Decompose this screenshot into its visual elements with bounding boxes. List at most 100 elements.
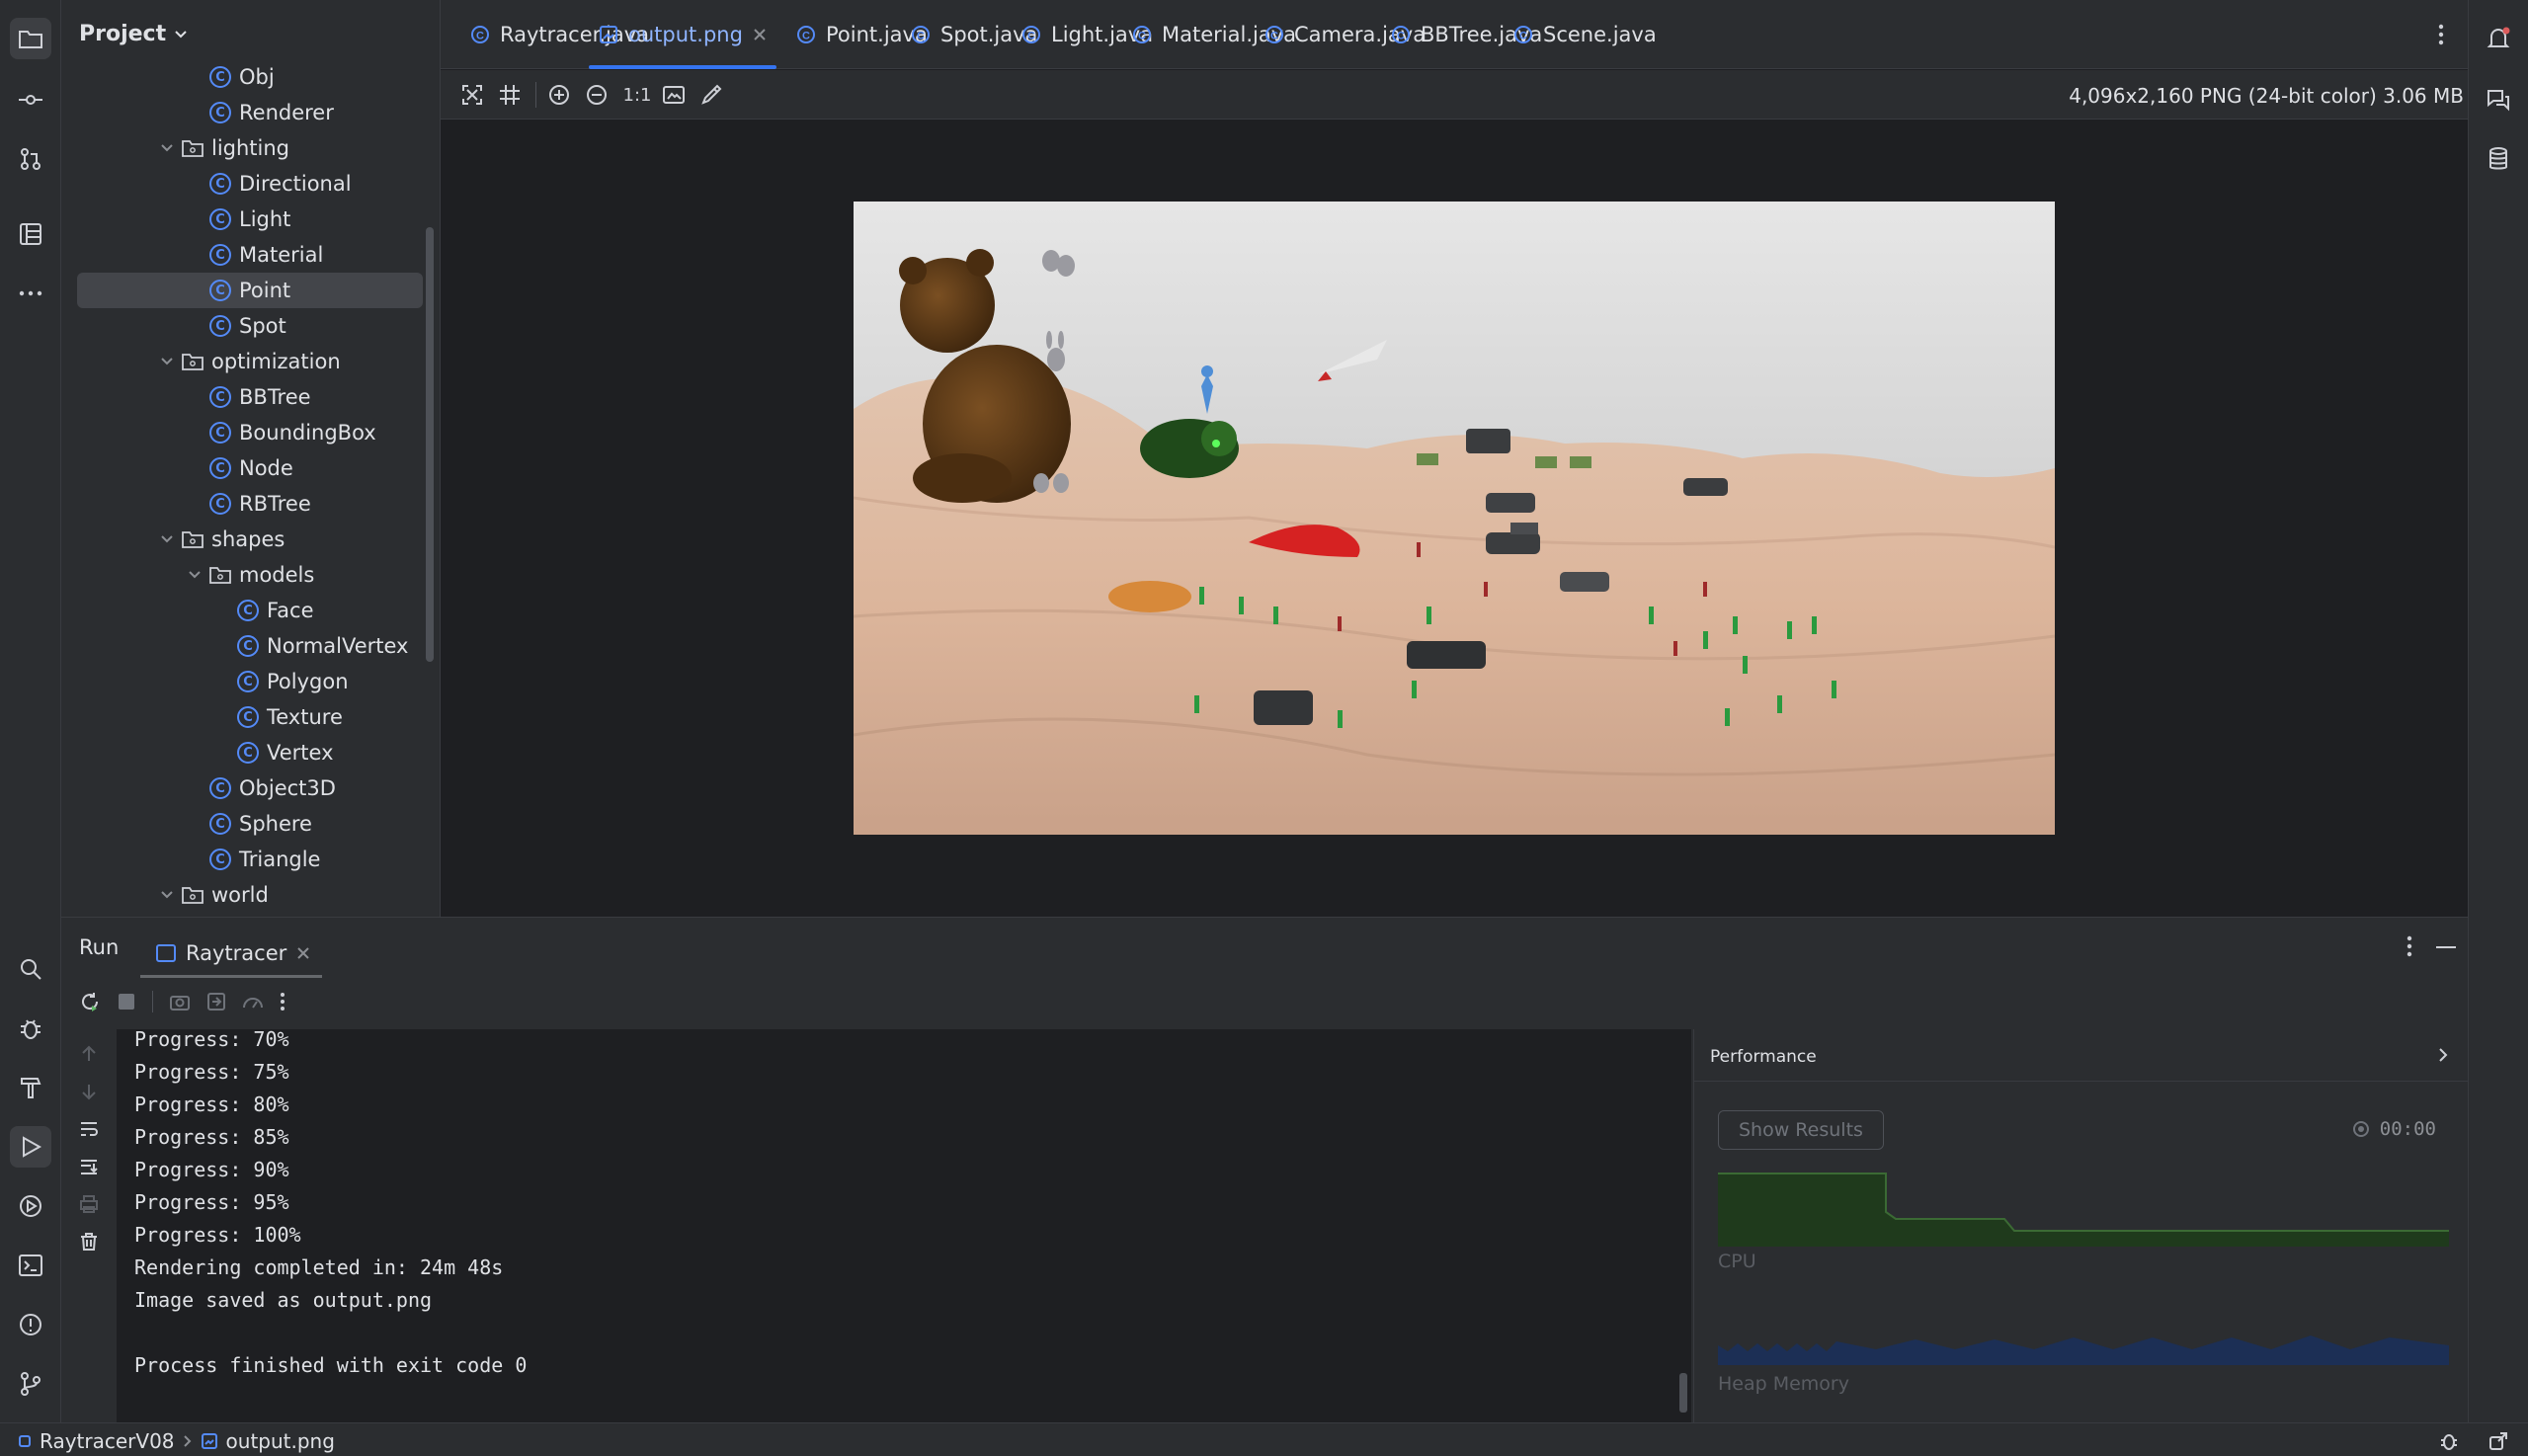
background-icon[interactable] (662, 83, 686, 107)
tree-class[interactable]: C Texture (61, 699, 423, 735)
run-config-tab[interactable]: Raytracer (156, 931, 310, 975)
status-share-icon[interactable] (2488, 1431, 2508, 1451)
cpu-label: CPU (1718, 1251, 1756, 1272)
pull-requests-icon[interactable] (10, 138, 51, 180)
tree-item-label: Polygon (267, 670, 349, 693)
heap-label: Heap Memory (1718, 1373, 1849, 1395)
tree-class[interactable]: C Sphere (61, 806, 423, 842)
console-line: Progress: 100% (134, 1223, 301, 1247)
actual-size-button[interactable]: 1:1 (622, 83, 652, 107)
zoom-out-icon[interactable] (585, 83, 609, 107)
structure-icon[interactable] (10, 213, 51, 255)
tree-class[interactable]: C Object3D (61, 770, 423, 806)
svg-text:C: C (1270, 31, 1278, 42)
tree-item-label: lighting (211, 136, 290, 160)
soft-wrap-icon[interactable] (79, 1119, 99, 1139)
java-class-icon: C (209, 493, 231, 515)
minimize-icon[interactable] (2436, 945, 2456, 949)
terminal-icon[interactable] (10, 1245, 51, 1286)
tree-class[interactable]: C BBTree (61, 379, 423, 415)
console-output[interactable]: Progress: 70% Progress: 75% Progress: 80% P… (117, 1027, 1691, 1422)
heap-graph (1718, 1335, 2449, 1365)
chevron-down-icon[interactable] (158, 530, 176, 548)
grid-icon[interactable] (498, 83, 522, 107)
search-icon[interactable] (10, 948, 51, 990)
print-icon[interactable] (79, 1194, 99, 1214)
camera-icon[interactable] (169, 992, 191, 1011)
close-icon[interactable] (296, 946, 310, 960)
project-tree-scrollbar[interactable] (426, 227, 434, 662)
run-options-icon[interactable] (2406, 935, 2412, 957)
tree-class[interactable]: C Renderer (61, 95, 423, 130)
color-picker-icon[interactable] (699, 83, 723, 107)
zoom-in-icon[interactable] (547, 83, 571, 107)
tree-class[interactable]: C Point (77, 273, 423, 308)
tree-item-label: world (211, 883, 269, 907)
java-class-icon: C (209, 66, 231, 88)
more-tools-icon[interactable] (10, 273, 51, 314)
tree-class[interactable]: C Polygon (61, 664, 423, 699)
tree-class[interactable]: C NormalVertex (61, 628, 423, 664)
tree-class[interactable]: C Obj (61, 59, 423, 95)
ai-assistant-icon[interactable] (2478, 79, 2519, 121)
tabs-more-icon[interactable] (2438, 24, 2444, 45)
tree-class[interactable]: C Material (61, 237, 423, 273)
problems-icon[interactable] (10, 1304, 51, 1345)
chevron-down-icon[interactable] (158, 139, 176, 157)
tree-folder[interactable]: world (61, 877, 423, 913)
chevron-down-icon[interactable] (158, 353, 176, 370)
arrow-down-icon[interactable] (79, 1082, 99, 1101)
status-bug-icon[interactable] (2439, 1431, 2459, 1451)
chevron-down-icon[interactable] (186, 566, 204, 584)
tab-spot-java[interactable]: C Spot.java (911, 0, 1037, 69)
show-results-button[interactable]: Show Results (1718, 1110, 1884, 1150)
git-icon[interactable] (10, 1363, 51, 1405)
more-icon[interactable] (280, 992, 285, 1011)
tree-folder[interactable]: shapes (61, 522, 423, 557)
database-icon[interactable] (2478, 138, 2519, 180)
image-file-icon (599, 25, 618, 44)
tree-class[interactable]: C Directional (61, 166, 423, 202)
breadcrumb-file[interactable]: output.png (226, 1429, 335, 1453)
fit-zoom-icon[interactable] (460, 83, 484, 107)
project-tool-icon[interactable] (10, 18, 51, 59)
services-icon[interactable] (10, 1185, 51, 1227)
notifications-icon[interactable] (2478, 18, 2519, 59)
profiler-icon[interactable] (242, 992, 264, 1011)
tab-output-png[interactable]: output.png (589, 0, 776, 69)
tab-label: Scene.java (1543, 23, 1657, 46)
run-toolbar (79, 991, 285, 1012)
tree-class[interactable]: C Triangle (61, 842, 423, 877)
close-icon[interactable] (753, 28, 767, 41)
tree-class[interactable]: C Light (61, 202, 423, 237)
run-tool-icon[interactable] (10, 1126, 51, 1168)
console-scrollbar[interactable] (1679, 1373, 1687, 1413)
timer-value: 00:00 (2379, 1118, 2436, 1140)
tree-class[interactable]: C BoundingBox (61, 415, 423, 450)
tree-class[interactable]: C Spot (61, 308, 423, 344)
tree-class[interactable]: C Node (61, 450, 423, 486)
tree-folder[interactable]: models (61, 557, 423, 593)
chevron-down-icon[interactable] (158, 886, 176, 904)
chevron-right-icon[interactable] (2438, 1047, 2448, 1063)
export-icon[interactable] (206, 992, 226, 1011)
module-icon (19, 1435, 31, 1447)
tree-folder[interactable]: optimization (61, 344, 423, 379)
arrow-up-icon[interactable] (79, 1044, 99, 1064)
tree-folder[interactable]: lighting (61, 130, 423, 166)
tree-class[interactable]: C Vertex (61, 735, 423, 770)
debug-icon[interactable] (10, 1008, 51, 1049)
stop-icon[interactable] (117, 992, 136, 1011)
build-icon[interactable] (10, 1067, 51, 1108)
commit-icon[interactable] (10, 79, 51, 121)
tab-point-java[interactable]: C Point.java (796, 0, 928, 69)
scroll-to-end-icon[interactable] (79, 1157, 99, 1176)
run-panel-title: Run (79, 935, 120, 959)
tree-class[interactable]: C RBTree (61, 486, 423, 522)
breadcrumb-project[interactable]: RaytracerV08 (40, 1429, 175, 1453)
rerun-icon[interactable] (79, 991, 101, 1012)
tab-scene-java[interactable]: C Scene.java (1513, 0, 1657, 69)
trash-icon[interactable] (79, 1232, 99, 1252)
project-panel-header[interactable]: Project (79, 22, 188, 46)
tree-class[interactable]: C Face (61, 593, 423, 628)
